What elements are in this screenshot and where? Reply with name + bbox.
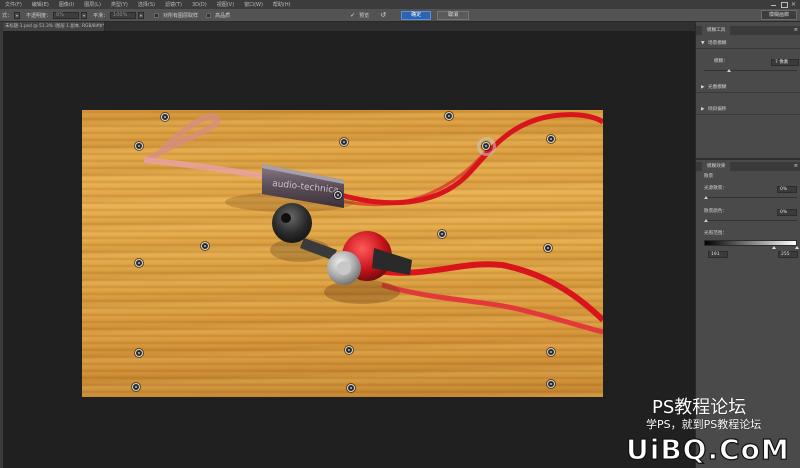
checkmark-icon: ✓ — [350, 11, 356, 19]
section-field-blur[interactable]: ▼ 场景模糊 — [696, 38, 800, 49]
bokeh-color-thumb[interactable] — [704, 219, 708, 222]
expanded-triangle-icon: ▼ — [701, 41, 705, 46]
bokeh-color-label: 散景颜色： — [704, 209, 727, 214]
light-range-max-thumb[interactable] — [795, 246, 799, 249]
blur-pin[interactable] — [201, 242, 209, 250]
blur-amount-row: 模糊： 7 像素 — [696, 57, 800, 67]
section-iris-blur[interactable]: ▶ 光圈模糊 — [696, 82, 800, 93]
bokeh-color-slider[interactable] — [704, 219, 797, 222]
blur-pin[interactable] — [345, 346, 353, 354]
blur-pin[interactable] — [340, 138, 348, 146]
menu-edit[interactable]: 编辑(E) — [27, 1, 54, 8]
bokeh-color-row: 散景颜色： 0% — [696, 207, 800, 217]
light-bokeh-thumb[interactable] — [704, 196, 708, 199]
tool-mode-label: 式： — [2, 12, 13, 19]
sample-all-layers-checkbox[interactable] — [154, 12, 160, 18]
blur-tools-tabrow: 模糊工具 ≡ — [696, 26, 800, 35]
opacity-dropdown[interactable] — [81, 11, 88, 19]
light-bokeh-row: 光源散景： 0% — [696, 184, 800, 194]
field-blur-label: 场景模糊 — [708, 41, 727, 46]
blur-amount-label: 模糊： — [714, 59, 728, 64]
close-icon[interactable]: ✕ — [789, 0, 798, 9]
menu-file[interactable]: 文件(F) — [0, 1, 27, 8]
high-quality-checkbox[interactable] — [206, 12, 212, 18]
tab-blur-effects[interactable]: 模糊效果 — [702, 162, 731, 171]
photo-canvas[interactable]: audio-technica — [82, 110, 603, 397]
maximize-icon[interactable] — [779, 0, 788, 9]
blur-pin[interactable] — [547, 380, 555, 388]
workspace-button[interactable]: 模糊画廊 — [761, 10, 797, 20]
blur-pin[interactable] — [135, 259, 143, 267]
blur-pin[interactable] — [135, 349, 143, 357]
blur-pin[interactable] — [347, 384, 355, 392]
blur-pin[interactable] — [547, 135, 555, 143]
watermark-logo: UiBQ.CoM — [625, 432, 790, 466]
light-bokeh-slider[interactable] — [704, 196, 797, 199]
menu-layer[interactable]: 图层(L) — [79, 1, 106, 8]
panel-divider — [696, 158, 800, 160]
tab-blur-tools[interactable]: 模糊工具 — [702, 26, 731, 35]
section-tilt-shift[interactable]: ▶ 倾斜偏移 — [696, 104, 800, 115]
blur-pin[interactable] — [334, 191, 342, 199]
smoothing-field[interactable]: 100% — [110, 11, 137, 19]
menu-bar: 文件(F) 编辑(E) 图像(I) 图层(L) 类型(Y) 选择(S) 滤镜(T… — [0, 0, 800, 9]
blur-pin[interactable] — [438, 230, 446, 238]
options-bar: 式： 不透明度： 0% 平滑： 100% 对所有图层取样 高品质 ✓ 预览 ↺ … — [0, 9, 800, 22]
blur-pin[interactable] — [544, 244, 552, 252]
blur-amount-slider[interactable] — [704, 69, 797, 72]
bokeh-color-field[interactable]: 0% — [777, 209, 797, 216]
smoothing-dropdown[interactable] — [138, 11, 145, 19]
collapsed-triangle-icon: ▶ — [701, 107, 705, 112]
menu-select[interactable]: 选择(S) — [133, 1, 160, 8]
window-controls: ✕ — [768, 0, 798, 9]
light-range-min-thumb[interactable] — [772, 246, 776, 249]
light-range-label: 光照范围： — [704, 231, 727, 236]
menu-window[interactable]: 窗口(W) — [239, 1, 268, 8]
high-quality-label: 高品质 — [215, 12, 231, 19]
menu-type[interactable]: 类型(Y) — [106, 1, 133, 8]
document-tab[interactable]: 未标题-1.psd @ 51.3% (图层 1 副本, RGB/8#) * × — [3, 22, 105, 31]
smoothing-label: 平滑： — [93, 12, 109, 19]
panel-menu-icon[interactable]: ≡ — [794, 27, 798, 33]
blur-effects-tabrow: 模糊效果 ≡ — [696, 162, 800, 171]
blur-pin[interactable] — [547, 348, 555, 356]
light-range-gradient — [704, 240, 797, 246]
opacity-field[interactable]: 0% — [53, 11, 80, 19]
blur-amount-field[interactable]: 7 像素 — [771, 59, 799, 66]
menu-filter[interactable]: 滤镜(T) — [160, 1, 187, 8]
sample-all-layers-label: 对所有图层取样 — [163, 12, 199, 19]
menu-image[interactable]: 图像(I) — [54, 1, 79, 8]
light-bokeh-field[interactable]: 0% — [777, 186, 797, 193]
cancel-button[interactable]: 取消 — [437, 10, 470, 20]
reset-icon[interactable]: ↺ — [378, 11, 388, 20]
menu-3d[interactable]: 3D(D) — [187, 2, 212, 8]
light-range-max-field[interactable]: 255 — [778, 251, 798, 258]
blur-pin[interactable] — [135, 142, 143, 150]
tool-mode-dropdown[interactable] — [14, 11, 21, 19]
iris-blur-label: 光圈模糊 — [708, 85, 727, 90]
menu-help[interactable]: 帮助(H) — [268, 1, 296, 8]
opacity-label: 不透明度： — [26, 12, 52, 19]
watermark-logo-text: UiBQ.CoM — [626, 433, 790, 466]
light-bokeh-label: 光源散景： — [704, 186, 727, 191]
menu-view[interactable]: 视图(V) — [212, 1, 239, 8]
blur-amount-thumb[interactable] — [727, 69, 731, 72]
collapsed-triangle-icon: ▶ — [701, 85, 705, 90]
preview-label: 预览 — [359, 12, 370, 19]
blur-pin[interactable] — [132, 383, 140, 391]
preview-toggle[interactable]: ✓ 预览 — [350, 12, 371, 19]
tab-close-icon[interactable]: × — [99, 22, 103, 31]
blur-pin[interactable] — [445, 112, 453, 120]
tab-row — [105, 22, 695, 31]
document-tab-label: 未标题-1.psd @ 51.3% (图层 1 副本, RGB/8#) * — [5, 24, 105, 29]
ok-button[interactable]: 确定 — [401, 10, 432, 20]
panel-menu-icon[interactable]: ≡ — [794, 163, 798, 169]
earphones-illustration: audio-technica — [142, 112, 603, 335]
blur-pin[interactable] — [161, 113, 169, 121]
active-blur-pin[interactable] — [482, 142, 490, 150]
light-range-min-field[interactable]: 191 — [708, 251, 728, 258]
tilt-shift-label: 倾斜偏移 — [708, 107, 727, 112]
bokeh-heading: 散景 — [704, 174, 714, 179]
minimize-icon[interactable] — [769, 0, 778, 9]
